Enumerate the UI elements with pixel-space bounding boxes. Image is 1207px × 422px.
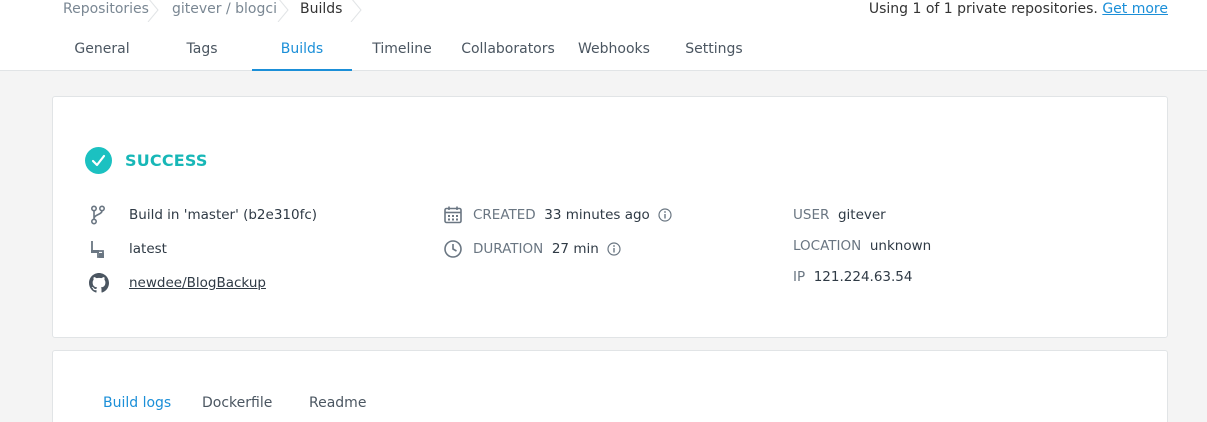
build-tag: latest — [129, 241, 167, 257]
chevron-right-icon — [350, 0, 362, 22]
private-repo-usage: Using 1 of 1 private repositories. Get m… — [869, 0, 1168, 18]
chevron-right-icon — [277, 0, 289, 22]
build-branch: Build in 'master' (b2e310fc) — [129, 207, 318, 223]
location-label: LOCATION — [793, 238, 862, 254]
tab-settings[interactable]: Settings — [680, 30, 748, 71]
get-more-link[interactable]: Get more — [1102, 1, 1168, 17]
tab-webhooks[interactable]: Webhooks — [574, 30, 654, 71]
duration-label: DURATION — [473, 241, 544, 257]
location-value: unknown — [869, 238, 932, 254]
info-icon[interactable] — [607, 242, 621, 256]
build-summary-card: SUCCESS Build in 'master' (b2e310fc) lat… — [52, 96, 1168, 338]
ip-label: IP — [793, 269, 806, 285]
source-repo-link[interactable]: newdee/BlogBackup — [129, 275, 266, 291]
usage-text: Using 1 of 1 private repositories. — [868, 1, 1098, 17]
breadcrumb-repo[interactable]: gitever / blogci — [172, 0, 277, 30]
breadcrumb-builds: Builds — [300, 1, 343, 17]
ip-value: 121.224.63.54 — [813, 269, 913, 285]
chevron-right-icon — [147, 0, 159, 22]
tab-builds[interactable]: Builds — [252, 30, 352, 71]
created-label: CREATED — [473, 207, 536, 223]
duration-value: 27 min — [551, 241, 599, 257]
tab-readme[interactable]: Readme — [309, 395, 366, 411]
tab-timeline[interactable]: Timeline — [367, 30, 437, 71]
ip-row: IP 121.224.63.54 — [793, 269, 912, 285]
location-row: LOCATION unknown — [793, 238, 931, 254]
tab-build-logs[interactable]: Build logs — [103, 395, 171, 411]
clock-icon — [444, 240, 462, 258]
tab-general[interactable]: General — [62, 30, 142, 71]
created-value: 33 minutes ago — [544, 207, 650, 223]
calendar-icon — [444, 206, 462, 224]
tag-icon — [91, 241, 104, 258]
branch-icon — [90, 205, 106, 225]
breadcrumb: Repositories gitever / blogci Builds Usi… — [0, 0, 1207, 30]
tab-collaborators[interactable]: Collaborators — [458, 30, 558, 71]
tab-dockerfile[interactable]: Dockerfile — [202, 395, 272, 411]
user-row: USER gitever — [793, 207, 886, 223]
build-details-card: Build logs Dockerfile Readme — [52, 350, 1168, 422]
user-label: USER — [793, 207, 830, 223]
breadcrumb-repositories[interactable]: Repositories — [63, 0, 149, 30]
tab-tags[interactable]: Tags — [172, 30, 232, 71]
repo-tabs: General Tags Builds Timeline Collaborato… — [0, 30, 1207, 71]
user-value: gitever — [837, 207, 886, 223]
info-icon[interactable] — [658, 208, 672, 222]
check-icon — [85, 147, 112, 174]
github-icon — [89, 273, 109, 293]
build-status: SUCCESS — [125, 151, 208, 170]
